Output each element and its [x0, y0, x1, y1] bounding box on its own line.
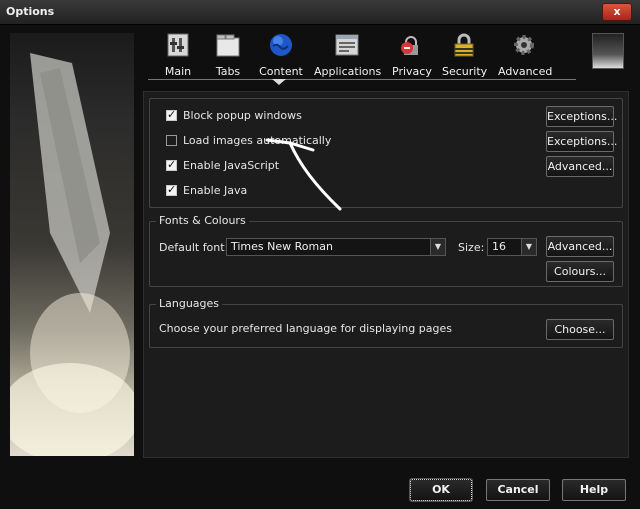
choose-language-button[interactable]: Choose...	[546, 319, 614, 340]
close-button[interactable]: x	[602, 3, 632, 21]
tab-tabs[interactable]: Tabs	[211, 32, 245, 78]
globe-icon	[270, 34, 292, 56]
load-images-label: Load images automatically	[183, 133, 332, 147]
toolbar-divider	[148, 79, 576, 80]
check-icon: ✓	[167, 157, 177, 171]
selected-tab-indicator	[272, 79, 286, 85]
tab-content[interactable]: Content	[258, 32, 304, 78]
enable-javascript-checkbox[interactable]: ✓	[166, 157, 177, 171]
content-panel: ✓ Block popup windows Load images automa…	[143, 91, 629, 458]
gear-icon	[514, 35, 534, 55]
title-bar: Options x	[0, 0, 640, 25]
load-images-checkbox[interactable]	[166, 134, 177, 146]
default-font-select[interactable]: Times New Roman ▼	[226, 238, 446, 256]
tab-security[interactable]: Security	[442, 32, 488, 78]
tab-label: Security	[442, 65, 488, 78]
cancel-button[interactable]: Cancel	[486, 479, 550, 501]
colours-button[interactable]: Colours...	[546, 261, 614, 282]
tab-label: Applications	[314, 65, 382, 78]
languages-group: Languages Choose your preferred language…	[149, 297, 623, 348]
tab-label: Content	[259, 65, 303, 78]
tab-advanced[interactable]: Advanced	[498, 32, 553, 78]
font-size-label: Size:	[458, 241, 485, 254]
images-exceptions-button[interactable]: Exceptions...	[546, 131, 617, 152]
load-images-row[interactable]: Load images automatically	[166, 132, 331, 148]
chevron-down-icon: ▼	[430, 239, 445, 255]
main-icon	[167, 33, 189, 57]
tab-label: Main	[164, 65, 192, 78]
tab-applications[interactable]: Applications	[314, 32, 382, 78]
fonts-colours-title: Fonts & Colours	[156, 214, 249, 227]
popup-exceptions-button[interactable]: Exceptions...	[546, 106, 617, 127]
check-icon: ✓	[167, 182, 177, 196]
side-photo	[10, 33, 134, 456]
block-popups-row[interactable]: ✓ Block popup windows	[166, 107, 302, 123]
options-toolbar: Main Tabs Content Applications Privacy S…	[148, 28, 588, 80]
enable-javascript-row[interactable]: ✓ Enable JavaScript	[166, 157, 279, 173]
tab-privacy[interactable]: Privacy	[392, 32, 432, 78]
tab-label: Advanced	[498, 65, 553, 78]
profile-image	[592, 33, 624, 69]
applications-icon	[335, 34, 359, 56]
window-title: Options	[6, 5, 55, 18]
tab-label: Tabs	[215, 65, 241, 78]
check-icon: ✓	[167, 107, 177, 121]
ok-button[interactable]: OK	[410, 479, 472, 501]
tabs-icon	[216, 34, 240, 57]
languages-title: Languages	[156, 297, 223, 310]
tab-main[interactable]: Main	[161, 32, 195, 78]
font-size-value: 16	[492, 240, 506, 253]
languages-description: Choose your preferred language for displ…	[159, 322, 452, 335]
tab-label: Privacy	[392, 65, 432, 78]
privacy-icon	[401, 36, 418, 55]
enable-java-label: Enable Java	[183, 183, 248, 197]
block-popups-checkbox[interactable]: ✓	[166, 107, 177, 121]
block-popups-label: Block popup windows	[183, 108, 302, 122]
default-font-label: Default font:	[159, 241, 229, 254]
enable-java-row[interactable]: ✓ Enable Java	[166, 182, 247, 198]
help-button[interactable]: Help	[562, 479, 626, 501]
fonts-colours-group: Fonts & Colours Default font: Times New …	[149, 214, 623, 287]
chevron-down-icon: ▼	[521, 239, 536, 255]
font-size-select[interactable]: 16 ▼	[487, 238, 537, 256]
javascript-advanced-button[interactable]: Advanced...	[546, 156, 614, 177]
fonts-advanced-button[interactable]: Advanced...	[546, 236, 614, 257]
content-options-group: ✓ Block popup windows Load images automa…	[149, 98, 623, 208]
default-font-value: Times New Roman	[231, 240, 333, 253]
enable-javascript-label: Enable JavaScript	[183, 158, 280, 172]
enable-java-checkbox[interactable]: ✓	[166, 182, 177, 196]
lock-icon	[454, 33, 474, 57]
